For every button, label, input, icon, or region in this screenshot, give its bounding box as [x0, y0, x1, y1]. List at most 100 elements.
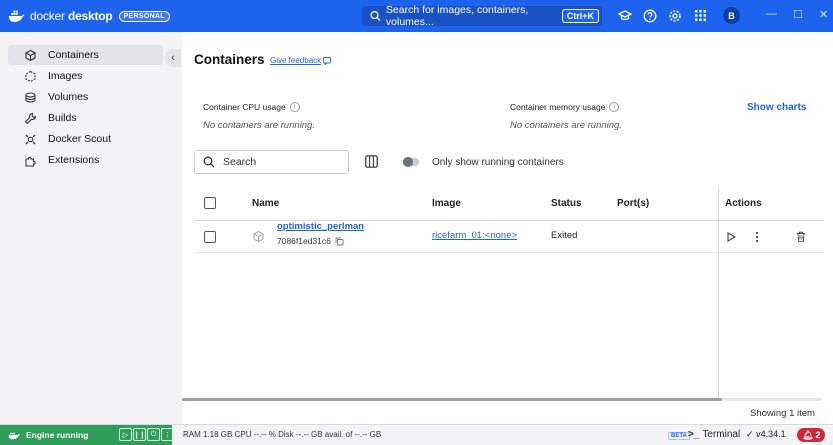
settings-icon[interactable] [667, 8, 683, 24]
table-row[interactable]: optimistic_perlman 7086f1ed31c6 ricefarm… [194, 221, 824, 253]
column-header-ports[interactable]: Port(s) [617, 198, 649, 209]
sidebar-item-extensions[interactable]: Extensions [8, 150, 163, 170]
volumes-icon [23, 90, 37, 104]
brand-name: docker desktop [30, 9, 113, 23]
column-header-image[interactable]: Image [432, 198, 461, 209]
grid-icon[interactable] [692, 8, 708, 24]
container-status: Exited [551, 230, 578, 241]
brand: docker desktop PERSONAL [8, 9, 170, 23]
show-charts-button[interactable]: Show charts [747, 102, 806, 113]
pause-icon[interactable]: ❙❙ [133, 428, 146, 441]
sidebar-item-label: Builds [48, 112, 77, 124]
cpu-usage-label-text: Container CPU usage [203, 102, 286, 112]
maximize-icon[interactable]: ☐ [793, 8, 803, 21]
sidebar-item-docker-scout[interactable]: Docker Scout [8, 129, 163, 149]
info-icon[interactable]: i [289, 102, 300, 112]
builds-icon [23, 111, 37, 125]
give-feedback-link[interactable]: Give feedback [270, 56, 332, 65]
columns-icon[interactable] [365, 155, 378, 168]
sidebar-item-label: Volumes [48, 91, 89, 103]
search-placeholder: Search [223, 156, 257, 168]
info-icon[interactable]: i [609, 102, 620, 112]
engine-controls: ▷ ❙❙ ⏻ ⋮ [119, 428, 174, 441]
extensions-icon [23, 153, 37, 167]
delete-icon[interactable] [796, 231, 806, 242]
horizontal-scrollbar-thumb[interactable] [182, 398, 722, 401]
engine-status-text: Engine running [26, 430, 89, 440]
only-running-toggle[interactable] [403, 157, 419, 167]
sidebar-item-label: Extensions [48, 154, 100, 166]
scout-icon [23, 132, 37, 146]
topbar-icons: B [617, 7, 740, 24]
global-search-placeholder: Search for images, containers, volumes..… [385, 4, 529, 28]
sidebar-item-label: Containers [48, 49, 99, 61]
container-id: 7086f1ed31c6 [277, 236, 344, 246]
chevron-left-icon: ‹ [171, 52, 175, 64]
column-header-name[interactable]: Name [252, 198, 279, 209]
cpu-usage-label: Container CPU usage i [203, 102, 300, 112]
column-header-status[interactable]: Status [551, 198, 582, 209]
user-avatar[interactable]: B [723, 7, 740, 24]
images-icon [23, 69, 37, 83]
sidebar-item-volumes[interactable]: Volumes [8, 87, 163, 107]
container-search-input[interactable]: Search [194, 150, 349, 174]
sidebar: Containers Images Volumes Builds Docker … [0, 32, 182, 424]
toggle-knob [403, 157, 413, 167]
power-icon[interactable]: ⏻ [147, 428, 160, 441]
minimize-icon[interactable]: — [766, 8, 777, 20]
table-header: Name Image Status Port(s) Actions [194, 189, 824, 221]
select-all-checkbox[interactable] [204, 197, 216, 209]
container-id-text: 7086f1ed31c6 [277, 236, 331, 246]
version-indicator[interactable]: ✓ v4.34.1 [746, 429, 786, 440]
container-image-link[interactable]: ricefarm_01:<none> [432, 230, 517, 241]
learning-center-icon[interactable] [617, 8, 633, 24]
only-running-label: Only show running containers [432, 157, 564, 168]
container-icon [23, 48, 37, 62]
memory-usage-label-text: Container memory usage [510, 102, 606, 112]
row-checkbox[interactable] [204, 231, 216, 243]
main-content: Containers Give feedback Container CPU u… [182, 32, 833, 424]
sidebar-item-label: Images [48, 70, 83, 82]
actions-column-divider [718, 189, 719, 401]
sidebar-item-containers[interactable]: Containers [8, 45, 163, 65]
search-icon [203, 156, 215, 168]
help-icon[interactable] [642, 8, 658, 24]
close-icon[interactable]: ✕ [819, 8, 828, 21]
global-search-input[interactable]: Search for images, containers, volumes..… [362, 4, 602, 28]
docker-whale-icon [8, 10, 25, 22]
beta-badge: BETA [668, 432, 690, 440]
more-options-icon[interactable] [755, 231, 759, 243]
more-options-icon[interactable]: ⋮ [161, 428, 174, 441]
memory-usage-value: No containers are running. [510, 120, 622, 131]
terminal-label: Terminal [702, 429, 741, 440]
title-bar: docker desktop PERSONAL Search for image… [0, 0, 833, 32]
terminal-button[interactable]: >_ Terminal [688, 429, 740, 440]
sidebar-collapse-button[interactable]: ‹ [165, 49, 181, 67]
terminal-icon: >_ [688, 429, 700, 440]
sidebar-item-builds[interactable]: Builds [8, 108, 163, 128]
copy-icon[interactable] [335, 237, 344, 246]
container-name-link[interactable]: optimistic_perlman [277, 221, 364, 232]
sidebar-item-images[interactable]: Images [8, 66, 163, 86]
sidebar-item-label: Docker Scout [48, 133, 112, 145]
status-bar: Engine running ▷ ❙❙ ⏻ ⋮ RAM 1.18 GB CPU … [0, 424, 833, 445]
check-icon: ✓ [746, 429, 754, 439]
feedback-icon [323, 56, 332, 65]
container-icon [253, 230, 264, 243]
plan-badge: PERSONAL [118, 10, 170, 22]
resource-usage: RAM 1.18 GB CPU --.-- % Disk --.-- GB av… [183, 430, 382, 439]
version-text: v4.34.1 [756, 429, 786, 439]
notification-count: 2 [815, 430, 821, 440]
notifications-badge[interactable]: 🔔︎ 2 [797, 428, 826, 442]
column-header-actions: Actions [725, 198, 762, 209]
start-icon[interactable] [727, 232, 736, 242]
cpu-usage-value: No containers are running. [203, 120, 315, 131]
shortcut-badge: Ctrl+K [561, 9, 599, 23]
bell-icon: 🔔︎ [802, 429, 814, 440]
page-title: Containers [194, 52, 265, 67]
memory-usage-label: Container memory usage i [510, 102, 620, 112]
play-icon[interactable]: ▷ [119, 428, 132, 441]
item-count: Showing 1 item [750, 408, 815, 419]
search-icon [370, 10, 381, 22]
feedback-link-text: Give feedback [270, 56, 322, 65]
